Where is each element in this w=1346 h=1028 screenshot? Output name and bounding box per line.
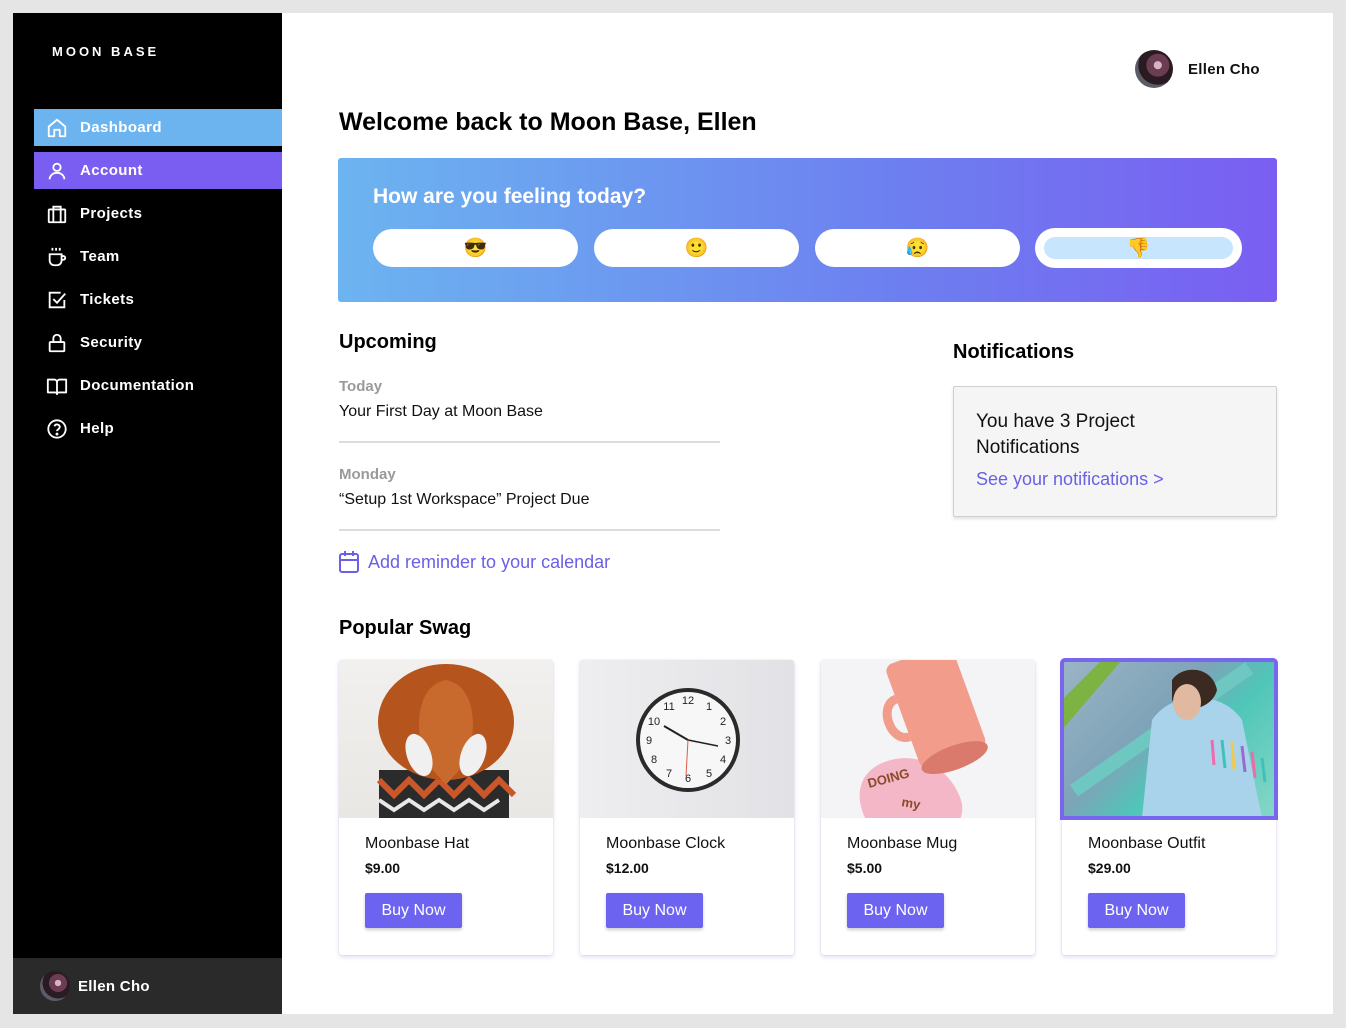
sidebar-item-label: Documentation <box>80 377 195 394</box>
see-notifications-link[interactable]: See your notifications > <box>976 469 1254 490</box>
product-price: $9.00 <box>365 860 401 876</box>
mood-button-thumbs-down[interactable]: 👎 <box>1036 229 1241 267</box>
sidebar-user-name: Ellen Cho <box>78 977 150 995</box>
product-price: $5.00 <box>847 860 883 876</box>
sidebar: MOON BASE Dashboard Account Projects Tea… <box>13 13 282 1014</box>
checkbox-icon <box>46 289 68 311</box>
home-icon <box>46 117 68 139</box>
svg-text:10: 10 <box>648 716 660 728</box>
event-day: Today <box>339 378 383 395</box>
product-image-mug: DOING my <box>821 660 1035 818</box>
sidebar-item-help[interactable]: Help <box>34 410 282 447</box>
swag-card-hat[interactable]: Moonbase Hat $9.00 Buy Now <box>339 660 553 955</box>
swag-card-clock[interactable]: 12 1 2 345 678 9 10 11 Moonbase Clock $12.00… <box>580 660 794 955</box>
avatar <box>40 971 70 1001</box>
mood-button-sad[interactable]: 😥 <box>815 229 1020 267</box>
buy-now-button[interactable]: Buy Now <box>365 893 462 928</box>
swag-card-outfit[interactable]: Moonbase Outfit $29.00 Buy Now <box>1060 658 1278 955</box>
sidebar-item-security[interactable]: Security <box>34 324 282 361</box>
lock-icon <box>46 332 68 354</box>
svg-text:2: 2 <box>720 716 726 728</box>
svg-text:3: 3 <box>725 735 731 747</box>
product-name: Moonbase Hat <box>365 835 470 852</box>
coffee-icon <box>46 246 68 268</box>
user-icon <box>46 160 68 182</box>
list-item[interactable]: Monday “Setup 1st Workspace” Project Due <box>339 466 720 531</box>
sidebar-item-label: Help <box>80 420 115 437</box>
product-price: $12.00 <box>606 860 649 876</box>
sidebar-item-label: Team <box>80 248 120 265</box>
help-circle-icon <box>46 418 68 440</box>
upcoming-heading: Upcoming <box>339 331 437 353</box>
avatar <box>1135 50 1173 88</box>
event-title: “Setup 1st Workspace” Project Due <box>339 491 590 508</box>
buy-now-button[interactable]: Buy Now <box>606 893 703 928</box>
swag-list: Moonbase Hat $9.00 Buy Now 12 1 2 345 678 … <box>339 658 1303 955</box>
svg-text:1: 1 <box>706 701 712 713</box>
upcoming-list: Today Your First Day at Moon Base Monday… <box>339 378 720 554</box>
svg-text:11: 11 <box>663 701 674 713</box>
svg-text:4: 4 <box>720 754 726 766</box>
sidebar-item-dashboard[interactable]: Dashboard <box>34 109 282 146</box>
svg-text:7: 7 <box>666 768 672 780</box>
sidebar-item-label: Tickets <box>80 291 135 308</box>
sidebar-item-account[interactable]: Account <box>34 152 282 189</box>
sidebar-item-label: Security <box>80 334 143 351</box>
notifications-heading: Notifications <box>953 341 1075 363</box>
product-name: Moonbase Mug <box>847 835 958 852</box>
sidebar-user[interactable]: Ellen Cho <box>13 958 282 1014</box>
list-item[interactable]: Today Your First Day at Moon Base <box>339 378 720 443</box>
product-image-hat <box>339 660 553 818</box>
event-title: Your First Day at Moon Base <box>339 403 543 420</box>
add-reminder-label: Add reminder to your calendar <box>368 551 611 572</box>
buy-now-button[interactable]: Buy Now <box>1088 893 1185 928</box>
product-name: Moonbase Outfit <box>1088 835 1206 852</box>
brand-logo: MOON BASE <box>52 44 160 59</box>
notification-card: You have 3 Project Notifications See you… <box>953 386 1277 517</box>
swag-heading: Popular Swag <box>339 617 472 639</box>
sidebar-item-team[interactable]: Team <box>34 238 282 275</box>
sidebar-item-projects[interactable]: Projects <box>34 195 282 232</box>
calendar-icon <box>339 551 359 573</box>
sidebar-item-label: Projects <box>80 205 143 222</box>
buy-now-button[interactable]: Buy Now <box>847 893 944 928</box>
mood-question: How are you feeling today? <box>373 185 647 208</box>
sidebar-item-tickets[interactable]: Tickets <box>34 281 282 318</box>
briefcase-icon <box>46 203 68 225</box>
product-price: $29.00 <box>1088 860 1131 876</box>
header-user[interactable]: Ellen Cho <box>1135 50 1260 88</box>
svg-text:9: 9 <box>646 735 652 747</box>
app-window: MOON BASE Dashboard Account Projects Tea… <box>13 13 1333 1014</box>
sidebar-item-label: Account <box>80 162 143 179</box>
mood-button-happy[interactable]: 🙂 <box>594 229 799 267</box>
mood-banner: How are you feeling today? 😎 🙂 😥 👎 <box>338 158 1277 302</box>
mood-options: 😎 🙂 😥 👎 <box>373 229 1257 267</box>
add-reminder-link[interactable]: Add reminder to your calendar <box>338 550 610 574</box>
book-icon <box>46 375 68 397</box>
svg-text:5: 5 <box>706 768 712 780</box>
sidebar-item-label: Dashboard <box>80 119 162 136</box>
header-user-name: Ellen Cho <box>1188 60 1260 78</box>
svg-text:8: 8 <box>651 754 657 766</box>
page-title: Welcome back to Moon Base, Ellen <box>339 108 757 136</box>
svg-text:12: 12 <box>682 695 694 707</box>
notification-message: You have 3 Project Notifications <box>976 411 1135 458</box>
swag-card-mug[interactable]: DOING my Moonbase Mug $5.00 Buy Now <box>821 660 1035 955</box>
mood-button-cool[interactable]: 😎 <box>373 229 578 267</box>
product-image-outfit <box>1060 658 1278 820</box>
product-name: Moonbase Clock <box>606 835 726 852</box>
product-image-clock: 12 1 2 345 678 9 10 11 <box>580 660 794 818</box>
sidebar-nav: Dashboard Account Projects Team Tickets … <box>34 109 282 453</box>
sidebar-item-documentation[interactable]: Documentation <box>34 367 282 404</box>
event-day: Monday <box>339 466 396 483</box>
